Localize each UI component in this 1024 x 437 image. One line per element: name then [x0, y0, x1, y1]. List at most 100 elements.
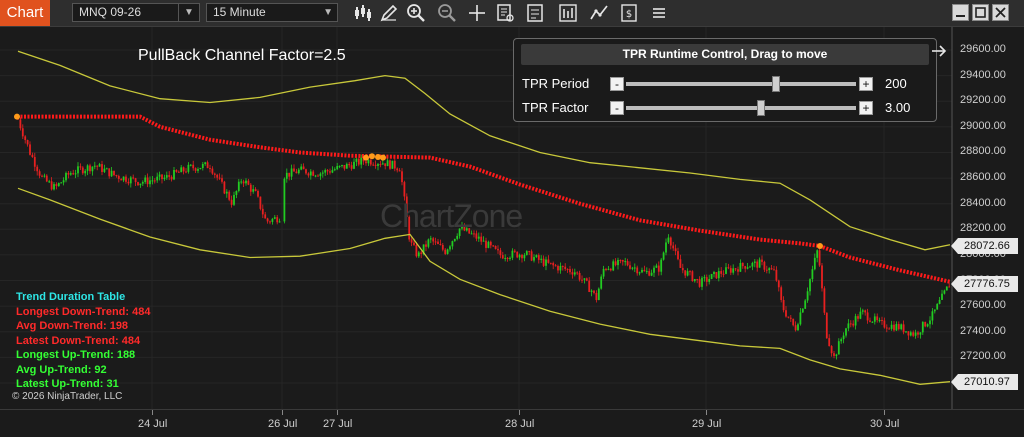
candle-body — [840, 339, 843, 342]
candle-body — [905, 331, 907, 333]
factor-label: TPR Factor — [522, 100, 589, 115]
candle-body — [902, 324, 905, 333]
time-axis-label: 24 Jul — [138, 418, 168, 430]
candle-body — [19, 119, 22, 129]
candle-body — [113, 170, 115, 176]
price-tag: 27776.75 — [951, 275, 1018, 292]
factor-decrease-button[interactable]: - — [610, 101, 624, 115]
factor-slider-track[interactable] — [626, 106, 856, 110]
period-decrease-button[interactable]: - — [610, 77, 624, 91]
panel-title[interactable]: TPR Runtime Control, Drag to move — [521, 44, 929, 65]
strategies-icon[interactable] — [588, 2, 610, 24]
more-icon[interactable] — [648, 2, 670, 24]
candle-body — [864, 310, 867, 313]
interval-selector[interactable]: 15 Minute ▼ — [206, 3, 338, 22]
candle-body — [62, 180, 65, 183]
close-button[interactable] — [992, 4, 1009, 21]
candle-body — [65, 172, 67, 181]
toolbar: Chart MNQ 09-26 ▼ 15 Minute ▼ $ — [0, 0, 1024, 27]
candle-body — [698, 279, 701, 287]
maximize-icon — [975, 7, 986, 18]
candle-body — [343, 165, 346, 169]
candle-body — [122, 176, 125, 181]
chevron-down-icon[interactable]: ▼ — [178, 4, 199, 21]
avg-down-trend: Avg Down-Trend: 198 — [16, 320, 129, 332]
candle-body — [453, 238, 456, 242]
crosshair-icon[interactable] — [466, 2, 488, 24]
candle-body — [578, 272, 581, 280]
candle-body — [456, 235, 459, 239]
candle-body — [751, 262, 754, 267]
factor-increase-button[interactable]: + — [859, 101, 873, 115]
candle-body — [888, 328, 891, 330]
candle-body — [929, 320, 931, 325]
candle-body — [194, 168, 197, 171]
arrow-right-icon[interactable] — [930, 42, 948, 60]
candle-body — [324, 170, 327, 173]
time-axis-label: 27 Jul — [323, 418, 353, 430]
bar-style-icon[interactable] — [352, 2, 374, 24]
period-increase-button[interactable]: + — [859, 77, 873, 91]
candle-body — [837, 341, 840, 355]
candle-body — [309, 171, 312, 176]
candle-body — [240, 181, 243, 183]
candle-body — [919, 332, 922, 335]
candle-body — [365, 161, 367, 164]
zoom-in-icon[interactable] — [405, 2, 427, 24]
candle-body — [734, 268, 737, 270]
maximize-button[interactable] — [972, 4, 989, 21]
zoom-out-icon[interactable] — [436, 2, 458, 24]
candle-body — [141, 182, 144, 184]
candle-body — [199, 168, 202, 170]
templates-icon[interactable]: $ — [618, 2, 640, 24]
period-slider-thumb[interactable] — [772, 76, 780, 92]
candle-body — [33, 157, 36, 167]
candle-body — [945, 286, 948, 291]
chart-tab[interactable]: Chart — [0, 0, 50, 26]
properties-icon[interactable] — [524, 2, 546, 24]
time-axis[interactable]: 24 Jul 26 Jul 27 Jul 28 Jul 29 Jul 30 Jul — [0, 409, 1024, 437]
minimize-button[interactable] — [952, 4, 969, 21]
candle-body — [602, 268, 605, 277]
candle-body — [269, 221, 271, 223]
candle-body — [842, 335, 845, 340]
candle-body — [645, 271, 648, 273]
price-tag: 28072.66 — [951, 237, 1018, 254]
candle-body — [173, 169, 175, 180]
candle-body — [933, 309, 936, 312]
candle-body — [775, 269, 778, 281]
price-axis-label: 29000.00 — [960, 119, 1006, 132]
candle-body — [50, 181, 53, 190]
candle-body — [708, 279, 711, 282]
time-axis-label: 30 Jul — [870, 418, 900, 430]
time-axis-tick — [519, 410, 520, 415]
candle-body — [523, 254, 526, 259]
candle-body — [185, 171, 187, 173]
candle-body — [854, 316, 857, 326]
candle-body — [216, 174, 219, 178]
candle-body — [360, 157, 363, 165]
indicators-icon[interactable] — [557, 2, 579, 24]
candle-body — [525, 251, 528, 255]
price-axis-label: 29400.00 — [960, 68, 1006, 81]
tpr-control-panel[interactable]: TPR Runtime Control, Drag to move TPR Pe… — [513, 38, 937, 122]
draw-pencil-icon[interactable] — [378, 2, 400, 24]
candle-body — [921, 321, 924, 333]
candle-body — [720, 271, 723, 274]
candle-body — [499, 250, 502, 256]
candle-body — [233, 194, 235, 205]
candle-body — [101, 164, 103, 172]
period-slider-track[interactable] — [626, 82, 856, 86]
candle-body — [636, 267, 639, 274]
candle-body — [566, 269, 569, 271]
candle-body — [21, 128, 24, 137]
data-box-icon[interactable] — [494, 2, 516, 24]
candle-body — [477, 236, 480, 239]
candle-body — [693, 279, 696, 282]
candle-body — [79, 166, 82, 168]
instrument-selector[interactable]: MNQ 09-26 ▼ — [72, 3, 200, 22]
candle-body — [129, 177, 132, 184]
candle-body — [713, 272, 715, 275]
factor-slider-thumb[interactable] — [757, 100, 765, 116]
price-axis[interactable]: 29600.00 29400.00 29200.00 29000.00 28800.00… — [951, 27, 1024, 409]
